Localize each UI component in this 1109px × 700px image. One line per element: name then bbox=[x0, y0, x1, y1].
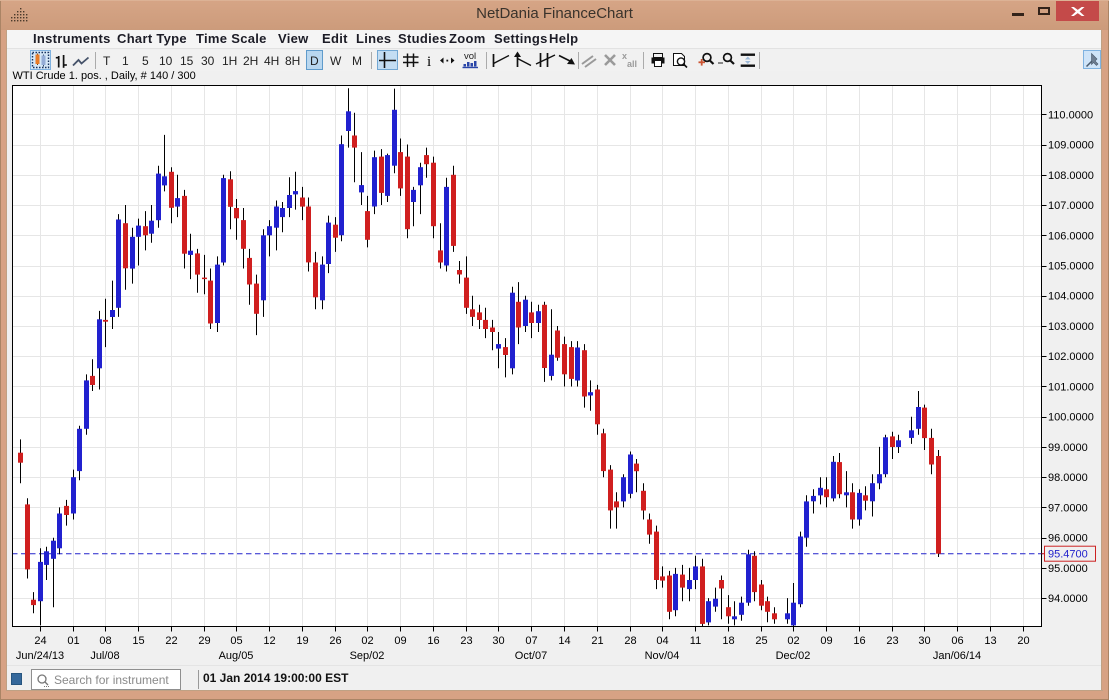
svg-text:103.0000: 103.0000 bbox=[1048, 321, 1094, 333]
svg-text:100.0000: 100.0000 bbox=[1048, 412, 1094, 424]
svg-text:15: 15 bbox=[180, 54, 194, 68]
svg-text:02: 02 bbox=[787, 635, 799, 647]
svg-text:4H: 4H bbox=[264, 54, 279, 68]
svg-text:94.0000: 94.0000 bbox=[1048, 593, 1088, 605]
svg-text:01: 01 bbox=[67, 635, 79, 647]
svg-text:05: 05 bbox=[230, 635, 242, 647]
svg-text:Nov/04: Nov/04 bbox=[645, 650, 680, 662]
svg-text:8H: 8H bbox=[285, 54, 300, 68]
svg-text:09: 09 bbox=[394, 635, 406, 647]
svg-text:Jun/24/13: Jun/24/13 bbox=[16, 650, 64, 662]
svg-text:101.0000: 101.0000 bbox=[1048, 382, 1094, 394]
svg-text:Jan/06/14: Jan/06/14 bbox=[933, 650, 981, 662]
svg-text:5: 5 bbox=[142, 54, 149, 68]
svg-text:109.0000: 109.0000 bbox=[1048, 140, 1094, 152]
svg-text:99.0000: 99.0000 bbox=[1048, 442, 1088, 454]
svg-text:30: 30 bbox=[492, 635, 504, 647]
svg-text:T: T bbox=[103, 54, 111, 68]
svg-text:107.0000: 107.0000 bbox=[1048, 200, 1094, 212]
svg-text:30: 30 bbox=[918, 635, 930, 647]
svg-text:96.0000: 96.0000 bbox=[1048, 533, 1088, 545]
svg-text:106.0000: 106.0000 bbox=[1048, 230, 1094, 242]
svg-text:102.0000: 102.0000 bbox=[1048, 351, 1094, 363]
svg-text:95.0000: 95.0000 bbox=[1048, 563, 1088, 575]
svg-text:Oct/07: Oct/07 bbox=[515, 650, 547, 662]
svg-text:06: 06 bbox=[951, 635, 963, 647]
svg-text:2H: 2H bbox=[243, 54, 258, 68]
svg-text:28: 28 bbox=[624, 635, 636, 647]
svg-text:26: 26 bbox=[329, 635, 341, 647]
svg-text:1: 1 bbox=[122, 54, 129, 68]
svg-text:D: D bbox=[310, 54, 319, 68]
svg-text:W: W bbox=[330, 54, 342, 68]
svg-text:16: 16 bbox=[427, 635, 439, 647]
svg-text:104.0000: 104.0000 bbox=[1048, 291, 1094, 303]
svg-text:108.0000: 108.0000 bbox=[1048, 170, 1094, 182]
svg-text:95.4700: 95.4700 bbox=[1048, 549, 1088, 561]
svg-text:Dec/02: Dec/02 bbox=[776, 650, 811, 662]
svg-text:M: M bbox=[352, 54, 362, 68]
svg-text:13: 13 bbox=[984, 635, 996, 647]
svg-text:98.0000: 98.0000 bbox=[1048, 472, 1088, 484]
svg-text:23: 23 bbox=[886, 635, 898, 647]
svg-text:105.0000: 105.0000 bbox=[1048, 261, 1094, 273]
svg-text:19: 19 bbox=[296, 635, 308, 647]
svg-text:all: all bbox=[627, 59, 637, 69]
svg-text:09: 09 bbox=[820, 635, 832, 647]
svg-text:29: 29 bbox=[198, 635, 210, 647]
svg-text:10: 10 bbox=[159, 54, 173, 68]
svg-text:22: 22 bbox=[165, 635, 177, 647]
svg-text:18: 18 bbox=[722, 635, 734, 647]
svg-text:14: 14 bbox=[558, 635, 570, 647]
svg-text:04: 04 bbox=[656, 635, 668, 647]
svg-text:24: 24 bbox=[34, 635, 46, 647]
svg-text:i: i bbox=[427, 54, 431, 70]
svg-text:21: 21 bbox=[591, 635, 603, 647]
svg-text:1H: 1H bbox=[222, 54, 237, 68]
svg-text:08: 08 bbox=[99, 635, 111, 647]
svg-text:02: 02 bbox=[361, 635, 373, 647]
svg-text:07: 07 bbox=[525, 635, 537, 647]
svg-text:97.0000: 97.0000 bbox=[1048, 502, 1088, 514]
svg-text:12: 12 bbox=[263, 635, 275, 647]
svg-text:Sep/02: Sep/02 bbox=[350, 650, 385, 662]
svg-text:20: 20 bbox=[1017, 635, 1029, 647]
svg-text:30: 30 bbox=[201, 54, 215, 68]
svg-text:23: 23 bbox=[460, 635, 472, 647]
svg-text:110.0000: 110.0000 bbox=[1048, 109, 1093, 121]
svg-text:11: 11 bbox=[690, 635, 701, 647]
svg-text:16: 16 bbox=[853, 635, 865, 647]
svg-text:Jul/08: Jul/08 bbox=[90, 650, 119, 662]
svg-text:vol: vol bbox=[464, 51, 476, 62]
svg-text:25: 25 bbox=[755, 635, 767, 647]
svg-text:15: 15 bbox=[132, 635, 144, 647]
svg-text:Aug/05: Aug/05 bbox=[219, 650, 254, 662]
